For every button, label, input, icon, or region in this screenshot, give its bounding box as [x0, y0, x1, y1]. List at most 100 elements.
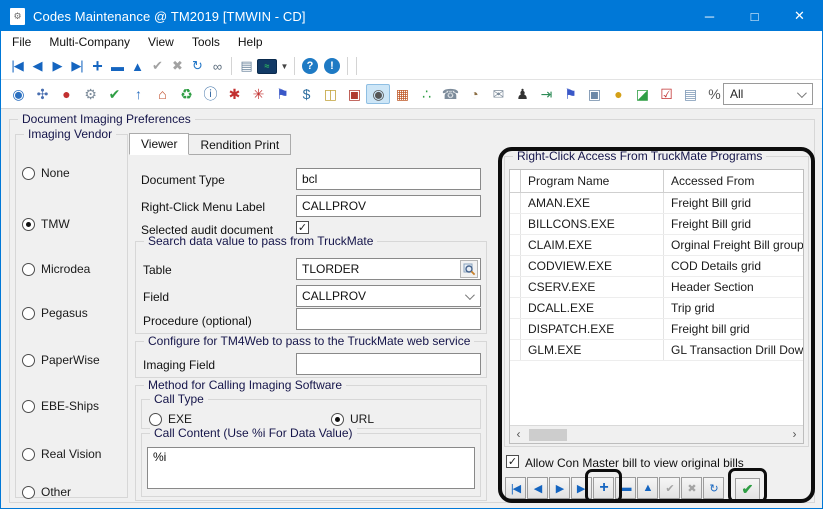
row-selector[interactable] — [510, 277, 521, 297]
audit-check-icon[interactable]: ☑ — [654, 84, 678, 104]
menu-help[interactable]: Help — [229, 31, 272, 53]
menu-file[interactable]: File — [3, 31, 40, 53]
cancel-edit-icon[interactable]: ✖ — [167, 56, 187, 76]
maximize-button[interactable]: □ — [732, 1, 777, 31]
radio-vendor-other[interactable]: Other — [22, 485, 71, 499]
table-row[interactable]: AMAN.EXEFreight Bill grid — [510, 193, 803, 214]
grid-cancel-button[interactable]: ✖ — [681, 477, 702, 499]
help-icon[interactable]: ? — [302, 58, 318, 74]
table-row[interactable]: DCALL.EXETrip grid — [510, 298, 803, 319]
next-record-icon[interactable]: ▶ — [47, 56, 67, 76]
cell-program-name[interactable]: DCALL.EXE — [521, 298, 664, 318]
last-record-icon[interactable]: ▶| — [67, 56, 87, 76]
table-row[interactable]: CODVIEW.EXECOD Details grid — [510, 256, 803, 277]
cell-program-name[interactable]: DISPATCH.EXE — [521, 319, 664, 339]
grid-first-button[interactable]: |◀ — [505, 477, 526, 499]
field-combobox[interactable]: CALLPROV — [296, 285, 481, 307]
column-header-program-name[interactable]: Program Name — [521, 170, 664, 192]
mail-icon[interactable]: ✉ — [486, 84, 510, 104]
radio-vendor-tmw[interactable]: TMW — [22, 217, 70, 231]
procedure-input[interactable] — [296, 308, 481, 330]
radio-vendor-paperwise[interactable]: PaperWise — [22, 353, 100, 367]
radio-call-type-exe[interactable]: EXE — [149, 412, 192, 426]
about-icon[interactable]: ! — [324, 58, 340, 74]
camera-icon[interactable]: ◉ — [366, 84, 390, 104]
grid-add-button[interactable]: + — [593, 477, 614, 499]
radio-vendor-ebe-ships[interactable]: EBE-Ships — [22, 399, 99, 413]
network-icon[interactable]: ✳ — [246, 84, 270, 104]
cell-program-name[interactable]: BILLCONS.EXE — [521, 214, 664, 234]
invoice-icon[interactable]: $ — [294, 84, 318, 104]
info-doc-icon[interactable]: ⓘ — [198, 84, 222, 104]
tree-icon[interactable]: ↑ — [126, 84, 150, 104]
cell-program-name[interactable]: CODVIEW.EXE — [521, 256, 664, 276]
grid-horizontal-scrollbar[interactable]: ‹ › — [510, 425, 803, 443]
audit-document-checkbox[interactable]: ✓ — [296, 221, 309, 234]
package-icon[interactable]: ◫ — [318, 84, 342, 104]
grid-post-button[interactable]: ✔ — [659, 477, 680, 499]
calendar-icon[interactable]: ▦ — [390, 84, 414, 104]
chart-icon[interactable]: ◪ — [630, 84, 654, 104]
cell-program-name[interactable]: CSERV.EXE — [521, 277, 664, 297]
grid-refresh-button[interactable]: ↻ — [703, 477, 724, 499]
row-selector[interactable] — [510, 319, 521, 339]
grid-next-button[interactable]: ▶ — [549, 477, 570, 499]
cell-program-name[interactable]: GLM.EXE — [521, 340, 664, 360]
import-icon[interactable]: ⇥ — [534, 84, 558, 104]
grid-prior-button[interactable]: ◀ — [527, 477, 548, 499]
menu-multi-company[interactable]: Multi-Company — [40, 31, 139, 53]
imaging-field-input[interactable] — [296, 353, 481, 375]
phone-icon[interactable]: ☎ — [438, 84, 462, 104]
tab-viewer[interactable]: Viewer — [129, 133, 189, 155]
minimize-button[interactable]: ─ — [687, 1, 732, 31]
gears-icon[interactable]: ⚙ — [78, 84, 102, 104]
binoculars-icon[interactable]: ∞ — [207, 56, 227, 76]
cell-accessed-from[interactable]: Freight Bill grid — [664, 193, 803, 213]
copy-icon[interactable]: ▣ — [582, 84, 606, 104]
menu-tools[interactable]: Tools — [183, 31, 229, 53]
table-row[interactable]: CSERV.EXEHeader Section — [510, 277, 803, 298]
approve-icon[interactable]: ✔ — [102, 84, 126, 104]
table-row[interactable]: DISPATCH.EXEFreight bill grid — [510, 319, 803, 340]
print-icon[interactable]: ▤ — [236, 56, 256, 76]
insert-record-icon[interactable]: + — [87, 56, 107, 76]
post-edit-icon[interactable]: ✔ — [147, 56, 167, 76]
cell-accessed-from[interactable]: COD Details grid — [664, 256, 803, 276]
table-lookup-button[interactable] — [460, 260, 478, 278]
codes-filter-combobox[interactable]: All — [723, 83, 813, 105]
pinwheel-icon[interactable]: ✣ — [30, 84, 54, 104]
edit-record-icon[interactable]: ▲ — [127, 56, 147, 76]
grid-edit-button[interactable]: ▲ — [637, 477, 658, 499]
sphere-icon[interactable]: ● — [606, 84, 630, 104]
scroll-left-icon[interactable]: ‹ — [510, 426, 527, 443]
refresh-icon[interactable]: ↻ — [187, 56, 207, 76]
table-row[interactable]: CLAIM.EXEOrginal Freight Bill group b — [510, 235, 803, 256]
table-row[interactable]: GLM.EXEGL Transaction Drill Down F — [510, 340, 803, 361]
row-selector[interactable] — [510, 235, 521, 255]
table-row[interactable]: BILLCONS.EXEFreight Bill grid — [510, 214, 803, 235]
grid-last-button[interactable]: ▶| — [571, 477, 592, 499]
monitor-dropdown-icon[interactable]: ▼ — [278, 56, 290, 76]
flag-icon[interactable]: ⚑ — [558, 84, 582, 104]
tab-rendition-print[interactable]: Rendition Print — [189, 134, 291, 155]
menu-label-input[interactable] — [296, 195, 481, 217]
recycle-icon[interactable]: ♻ — [174, 84, 198, 104]
notes-icon[interactable]: ▤ — [678, 84, 702, 104]
radio-vendor-microdea[interactable]: Microdea — [22, 262, 90, 276]
row-selector[interactable] — [510, 256, 521, 276]
scrollbar-thumb[interactable] — [529, 429, 567, 441]
register-icon[interactable]: ▣ — [342, 84, 366, 104]
first-record-icon[interactable]: |◀ — [7, 56, 27, 76]
row-selector[interactable] — [510, 340, 521, 360]
cell-accessed-from[interactable]: Freight Bill grid — [664, 214, 803, 234]
scroll-right-icon[interactable]: › — [786, 426, 803, 443]
cell-accessed-from[interactable]: Trip grid — [664, 298, 803, 318]
radio-call-type-url[interactable]: URL — [331, 412, 374, 426]
gauge-icon[interactable]: ◔ — [462, 84, 486, 104]
radio-vendor-none[interactable]: None — [22, 166, 70, 180]
document-type-input[interactable] — [296, 168, 481, 190]
cell-accessed-from[interactable]: Header Section — [664, 277, 803, 297]
call-content-textarea[interactable]: %i — [147, 447, 475, 489]
cell-accessed-from[interactable]: Freight bill grid — [664, 319, 803, 339]
row-selector[interactable] — [510, 214, 521, 234]
